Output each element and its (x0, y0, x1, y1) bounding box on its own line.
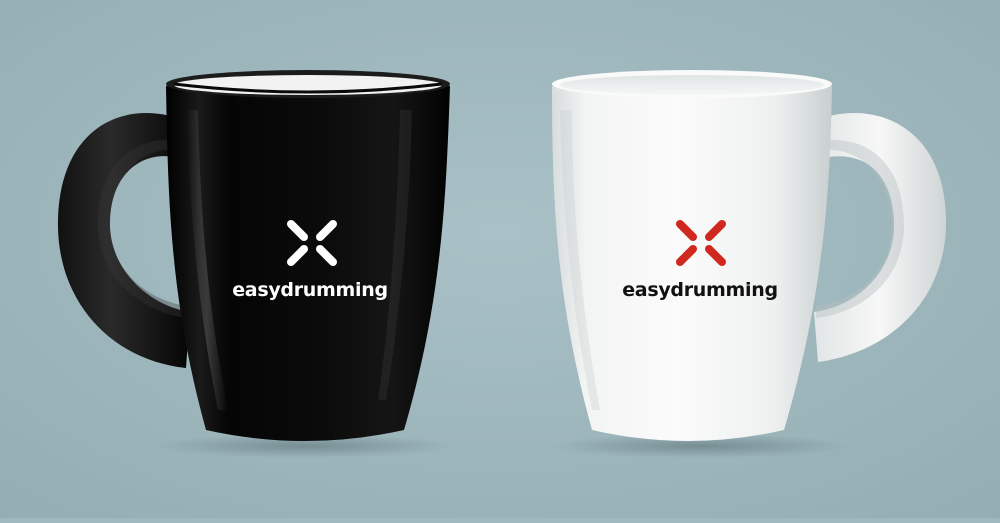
product-scene: easydrumming easydrumming (0, 0, 1000, 518)
mug-mockup-illustration: easydrumming easydrumming (0, 0, 1000, 518)
brand-wordmark: easydrumming (232, 279, 388, 301)
white-mug-inner (560, 75, 824, 95)
brand-wordmark: easydrumming (622, 279, 778, 301)
backdrop (0, 0, 1000, 518)
